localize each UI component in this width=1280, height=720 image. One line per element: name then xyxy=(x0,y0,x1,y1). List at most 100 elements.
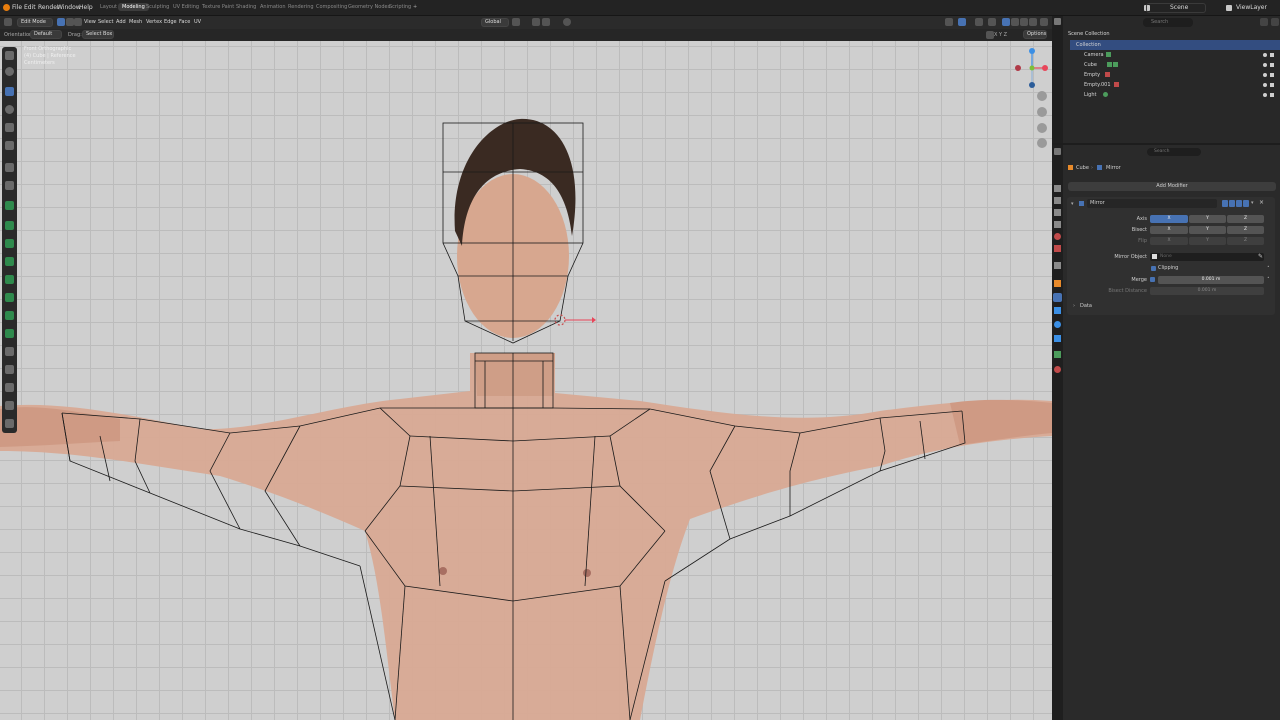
outliner-editor-icon[interactable] xyxy=(1054,18,1061,25)
snap-icon[interactable] xyxy=(532,18,540,26)
add-workspace-icon[interactable]: + xyxy=(413,4,417,10)
eyedropper-icon[interactable]: ✎ xyxy=(1258,253,1263,260)
add-modifier-button[interactable]: Add Modifier xyxy=(1068,182,1276,191)
add-cube-tool-icon[interactable] xyxy=(5,201,14,210)
outliner-collection[interactable]: Collection xyxy=(1070,40,1280,50)
render-camera-icon[interactable] xyxy=(1270,53,1274,57)
outliner-item-empty-001[interactable]: Empty.001 xyxy=(1084,80,1111,90)
view-layer-tab-icon[interactable] xyxy=(1054,221,1061,228)
world-tab-icon[interactable] xyxy=(1054,245,1061,252)
collection-tab-icon[interactable] xyxy=(1054,262,1061,269)
shading-solid-icon[interactable] xyxy=(1011,18,1019,26)
physics-tab-icon[interactable] xyxy=(1054,321,1061,328)
rotate-tool-icon[interactable] xyxy=(5,105,14,114)
data-tab-icon[interactable] xyxy=(1054,351,1061,358)
edge-select-icon[interactable] xyxy=(66,18,74,26)
visibility-eye-icon[interactable] xyxy=(1263,63,1267,67)
modifier-name-field[interactable]: Mirror xyxy=(1087,199,1217,208)
menu-vertex[interactable]: Vertex xyxy=(146,19,162,25)
vertex-select-icon[interactable] xyxy=(57,18,65,26)
tab-uv-editing[interactable]: UV Editing xyxy=(173,4,199,10)
tweak-tool-icon[interactable] xyxy=(5,51,14,60)
render-camera-icon[interactable] xyxy=(1270,73,1274,77)
outliner-scene-collection[interactable]: Scene Collection xyxy=(1068,29,1110,39)
shading-rendered-icon[interactable] xyxy=(1029,18,1037,26)
measure-tool-icon[interactable] xyxy=(5,181,14,190)
scale-tool-icon[interactable] xyxy=(5,123,14,132)
menu-face[interactable]: Face xyxy=(179,19,190,25)
new-collection-icon[interactable] xyxy=(1271,18,1279,26)
menu-select[interactable]: Select xyxy=(98,19,113,25)
tab-texture-paint[interactable]: Texture Paint xyxy=(202,4,234,10)
zoom-icon[interactable] xyxy=(1037,91,1047,101)
merge-checkbox[interactable] xyxy=(1150,277,1155,282)
modifier-dropdown-icon[interactable]: ▾ xyxy=(1251,200,1254,206)
tab-geometry-nodes[interactable]: Geometry Nodes xyxy=(348,4,390,10)
extrude-tool-icon[interactable] xyxy=(5,221,14,230)
transform-orientation-dropdown[interactable]: Global xyxy=(481,18,509,27)
face-select-icon[interactable] xyxy=(74,18,82,26)
smooth-tool-icon[interactable] xyxy=(5,347,14,356)
tab-shading[interactable]: Shading xyxy=(236,4,256,10)
visibility-eye-icon[interactable] xyxy=(1263,93,1267,97)
remove-modifier-icon[interactable]: × xyxy=(1259,199,1264,206)
view-layer-name[interactable]: ViewLayer xyxy=(1236,4,1267,11)
keyframe-dot-icon[interactable]: • xyxy=(1267,276,1270,281)
axis-y-toggle[interactable]: Y xyxy=(1189,215,1226,223)
clipping-checkbox[interactable] xyxy=(1151,266,1156,271)
tab-scripting[interactable]: Scripting xyxy=(389,4,411,10)
object-tab-icon[interactable] xyxy=(1054,280,1061,287)
particles-tab-icon[interactable] xyxy=(1054,307,1061,314)
shading-wireframe-icon[interactable] xyxy=(1002,18,1010,26)
filter-icon[interactable] xyxy=(1260,18,1268,26)
data-subpanel-label[interactable]: Data xyxy=(1080,303,1092,309)
shear-tool-icon[interactable] xyxy=(5,401,14,410)
shading-options-icon[interactable] xyxy=(1040,18,1048,26)
cage-toggle-icon[interactable] xyxy=(1229,200,1235,207)
camera-view-icon[interactable] xyxy=(1037,123,1047,133)
keyframe-dot-icon[interactable]: • xyxy=(1267,265,1270,270)
flip-z-toggle[interactable]: Z xyxy=(1227,237,1264,245)
outliner-item-cube[interactable]: Cube xyxy=(1084,60,1097,70)
scene-tab-icon[interactable] xyxy=(1054,233,1061,240)
loop-cut-tool-icon[interactable] xyxy=(5,275,14,284)
menu-help[interactable]: Help xyxy=(79,4,93,11)
mirror-options-icon[interactable] xyxy=(986,31,994,39)
data-chevron-icon[interactable]: › xyxy=(1073,303,1075,309)
axis-x-toggle[interactable]: X xyxy=(1150,215,1188,223)
menu-file[interactable]: File xyxy=(12,4,22,11)
spin-tool-icon[interactable] xyxy=(5,329,14,338)
pivot-icon[interactable] xyxy=(512,18,520,26)
knife-tool-icon[interactable] xyxy=(5,293,14,302)
ortho-toggle-icon[interactable] xyxy=(1037,138,1047,148)
editor-type-icon[interactable] xyxy=(4,18,12,26)
visibility-eye-icon[interactable] xyxy=(1263,83,1267,87)
render-tab-icon[interactable] xyxy=(1054,197,1061,204)
mode-dropdown[interactable]: Edit Mode xyxy=(17,18,53,27)
viewport-3d[interactable]: Front Orthographic (4) Cube | Reference … xyxy=(0,41,1052,720)
mirror-object-field[interactable]: None xyxy=(1150,253,1264,261)
menu-mesh[interactable]: Mesh xyxy=(129,19,142,25)
material-tab-icon[interactable] xyxy=(1054,366,1061,373)
outliner-item-camera[interactable]: Camera xyxy=(1084,50,1104,60)
overlays-icon[interactable] xyxy=(975,18,983,26)
viewport-toggle-icon[interactable] xyxy=(1236,200,1242,207)
menu-uv[interactable]: UV xyxy=(194,19,201,25)
drag-dropdown[interactable]: Select Box xyxy=(82,30,114,39)
constraints-tab-icon[interactable] xyxy=(1054,335,1061,342)
orientation-dropdown[interactable]: Default xyxy=(30,30,62,39)
bisect-y-toggle[interactable]: Y xyxy=(1189,226,1226,234)
poly-build-tool-icon[interactable] xyxy=(5,311,14,320)
collapse-chevron-icon[interactable]: ▾ xyxy=(1071,201,1074,207)
menu-add[interactable]: Add xyxy=(116,19,126,25)
flip-x-toggle[interactable]: X xyxy=(1150,237,1188,245)
visibility-eye-icon[interactable] xyxy=(1263,73,1267,77)
tab-animation[interactable]: Animation xyxy=(260,4,286,10)
shrink-fatten-tool-icon[interactable] xyxy=(5,383,14,392)
outliner-search[interactable]: Search xyxy=(1143,18,1193,27)
bisect-z-toggle[interactable]: Z xyxy=(1227,226,1264,234)
outliner-item-empty[interactable]: Empty xyxy=(1084,70,1100,80)
rip-tool-icon[interactable] xyxy=(5,419,14,428)
bisect-distance-field[interactable]: 0.001 m xyxy=(1150,287,1264,295)
annotate-tool-icon[interactable] xyxy=(5,163,14,172)
